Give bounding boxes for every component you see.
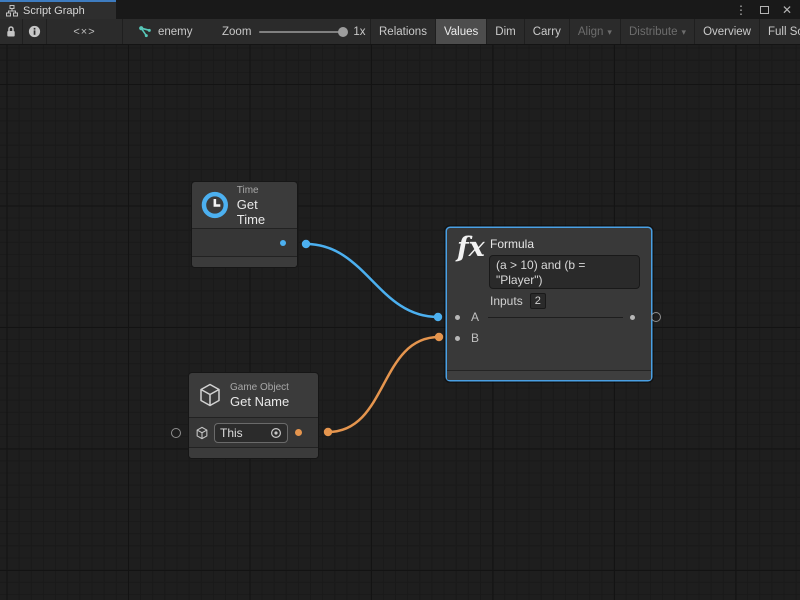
node-title: Formula <box>490 237 534 251</box>
relations-button[interactable]: Relations <box>370 19 435 44</box>
node-title: Get Name <box>230 394 289 409</box>
node-footer <box>447 370 651 380</box>
lock-button[interactable] <box>0 19 23 44</box>
carry-button[interactable]: Carry <box>524 19 569 44</box>
dim-button[interactable]: Dim <box>486 19 523 44</box>
toolbar-buttons: Relations Values Dim Carry Align ▾ Distr… <box>370 19 800 44</box>
formula-inputs-row: Inputs 2 <box>490 293 546 309</box>
maximize-icon[interactable] <box>760 6 769 14</box>
node-category: Game Object <box>230 381 289 394</box>
formula-expression-field[interactable]: (a > 10) and (b = "Player") <box>489 255 640 289</box>
lock-icon <box>5 25 17 38</box>
node-get-name[interactable]: Game Object Get Name This <box>189 373 318 458</box>
align-button[interactable]: Align ▾ <box>569 19 620 44</box>
info-icon <box>28 25 41 38</box>
output-port-time[interactable] <box>280 240 286 246</box>
node-footer <box>192 256 297 267</box>
graph-reference[interactable]: enemy <box>138 19 193 44</box>
input-port-a[interactable] <box>455 315 460 320</box>
graph-name: enemy <box>158 26 193 38</box>
node-get-name-header[interactable]: Game Object Get Name <box>189 373 318 417</box>
connection-gettime-to-a[interactable] <box>306 244 438 317</box>
target-value: This <box>220 426 266 440</box>
zoom-slider[interactable] <box>259 31 345 33</box>
node-get-time-header[interactable]: Time Get Time <box>192 182 297 228</box>
expression-line-1: (a > 10) and (b = <box>496 258 633 273</box>
zoom-control: Zoom 1x <box>222 19 366 44</box>
clock-icon <box>200 190 230 220</box>
tab-script-graph[interactable]: Script Graph <box>0 0 116 19</box>
zoom-value: 1x <box>353 26 365 38</box>
code-view-button[interactable]: <×> <box>47 19 123 44</box>
connection-endpoint[interactable] <box>434 313 442 321</box>
object-picker-icon[interactable] <box>270 427 282 439</box>
connection-endpoint[interactable] <box>435 333 443 341</box>
graph-asset-icon <box>138 25 152 38</box>
title-bar: Script Graph ⋮ ✕ <box>0 0 800 19</box>
window-controls: ⋮ ✕ <box>735 0 792 19</box>
target-object-field[interactable]: This <box>214 423 288 443</box>
graph-toolbar: <×> enemy Zoom 1x Relations Values Dim C… <box>0 19 800 45</box>
game-object-cube-icon <box>197 382 223 408</box>
inputs-label: Inputs <box>490 294 523 308</box>
values-button[interactable]: Values <box>435 19 486 44</box>
input-port-b[interactable] <box>455 336 460 341</box>
relation-line <box>488 317 623 318</box>
node-title: Get Time <box>237 197 289 227</box>
distribute-button[interactable]: Distribute ▾ <box>620 19 694 44</box>
connection-endpoint[interactable] <box>324 428 332 436</box>
node-get-name-body: This <box>189 417 318 447</box>
output-port-formula[interactable] <box>630 315 635 320</box>
graph-canvas[interactable]: Time Get Time fx Formula (a > 10) and (b… <box>0 45 800 600</box>
expression-line-2: "Player") <box>496 273 633 288</box>
node-get-time[interactable]: Time Get Time <box>192 182 297 267</box>
tab-title: Script Graph <box>23 5 85 17</box>
cube-small-icon <box>195 426 209 440</box>
node-category: Time <box>237 184 289 197</box>
chevron-down-icon: ▾ <box>682 27 687 38</box>
node-footer <box>189 447 318 458</box>
fx-icon: fx <box>457 232 485 263</box>
port-row-a: A <box>455 309 635 325</box>
node-formula[interactable]: fx Formula (a > 10) and (b = "Player") I… <box>447 228 651 380</box>
node-get-time-body <box>192 228 297 256</box>
output-port-name[interactable] <box>295 429 302 436</box>
menu-icon[interactable]: ⋮ <box>735 4 747 16</box>
port-a-label: A <box>471 310 479 324</box>
connection-endpoint[interactable] <box>302 240 310 248</box>
overview-button[interactable]: Overview <box>694 19 759 44</box>
port-b-label: B <box>471 331 479 345</box>
inputs-count-stepper[interactable]: 2 <box>530 293 546 309</box>
unconnected-input-indicator[interactable] <box>171 428 181 438</box>
script-graph-tab-icon <box>6 5 18 17</box>
close-icon[interactable]: ✕ <box>782 4 792 16</box>
chevron-down-icon: ▾ <box>607 27 612 38</box>
info-button[interactable] <box>23 19 47 44</box>
port-row-b: B <box>455 330 635 346</box>
code-icon: <×> <box>73 26 95 38</box>
unconnected-output-indicator[interactable] <box>651 312 661 322</box>
zoom-label: Zoom <box>222 26 251 38</box>
connections-layer <box>0 45 800 600</box>
connection-getname-to-b[interactable] <box>328 337 439 432</box>
fullscreen-button[interactable]: Full Screen <box>759 19 800 44</box>
zoom-slider-handle[interactable] <box>338 27 348 37</box>
